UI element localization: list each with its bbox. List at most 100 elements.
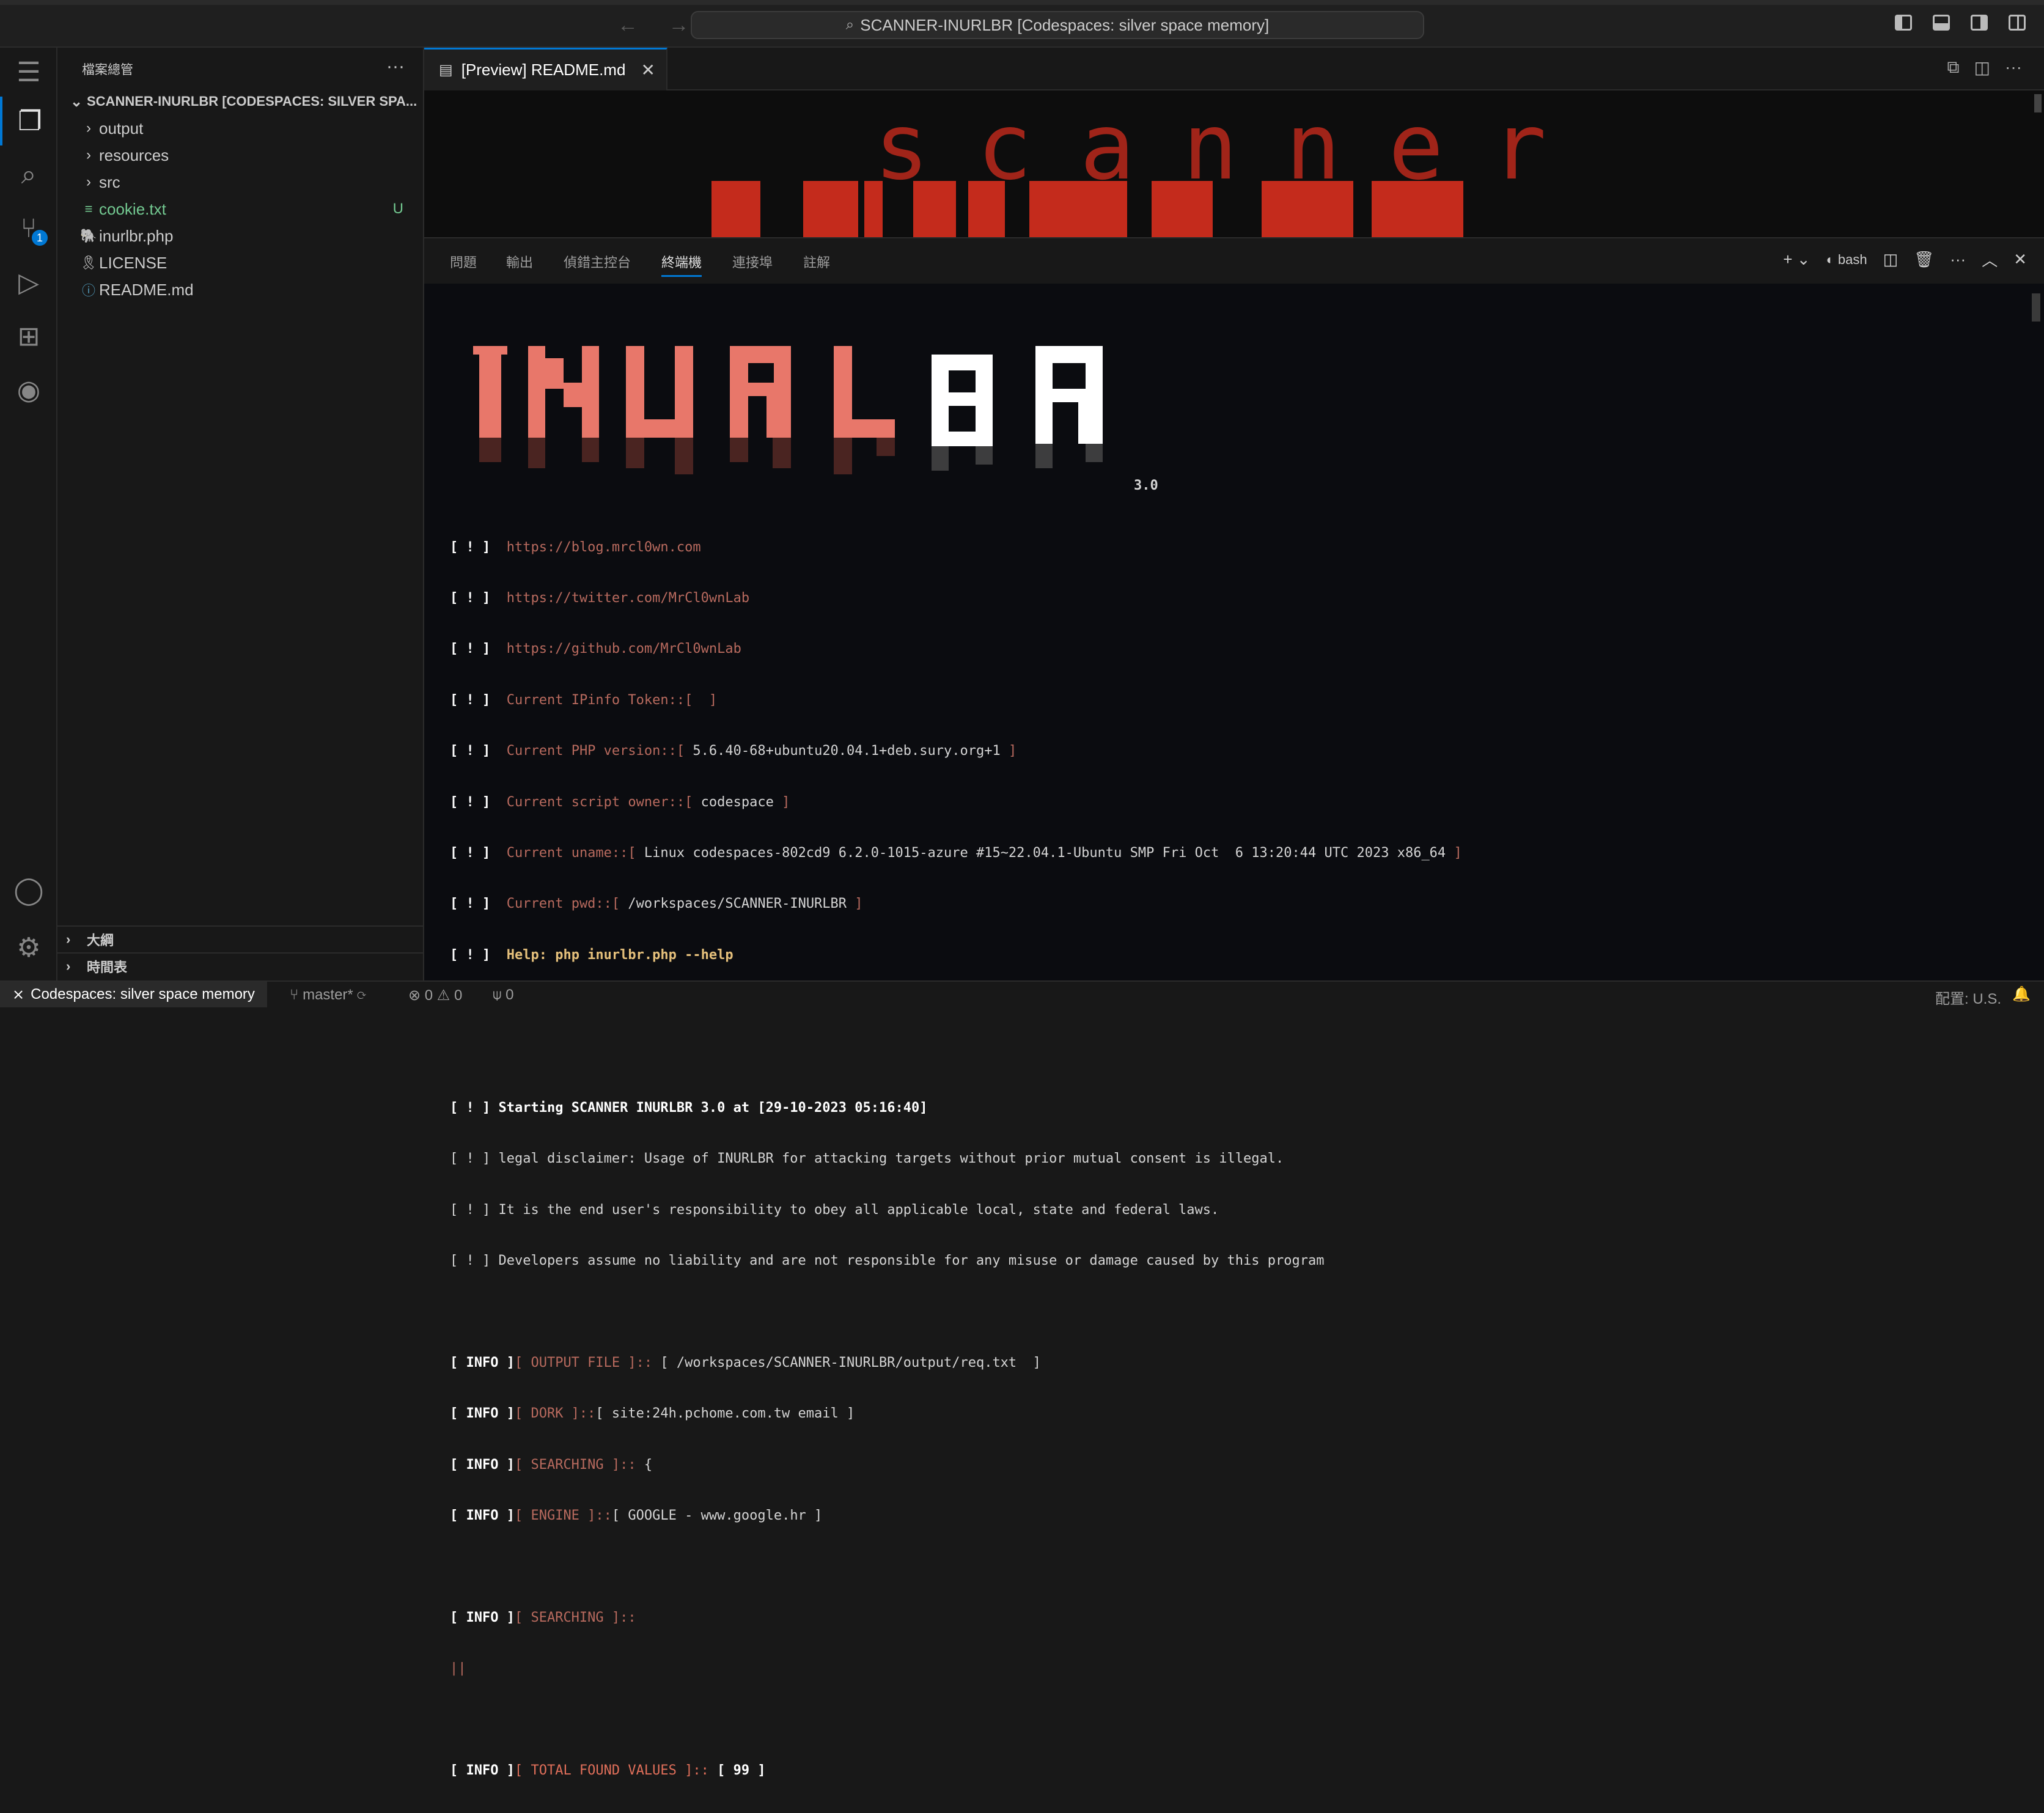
php-file-icon: 🐘 [80, 228, 97, 243]
terminal-text: Current PHP version::[ [506, 743, 685, 759]
ports-indicator[interactable]: ⍦ 0 [493, 987, 513, 1004]
terminal-text: [ ENGINE ]:: [514, 1508, 612, 1524]
terminal-text: https://twitter.com/MrCl0wnLab [506, 590, 750, 606]
license-file-icon: 🎗 [80, 255, 97, 270]
search-icon[interactable]: ⌕ [0, 150, 57, 199]
more-actions-icon[interactable]: ··· [2005, 57, 2022, 78]
more-actions-icon[interactable]: ··· [1950, 250, 1966, 269]
branch-indicator[interactable]: ⑂ master* ⟳ [290, 987, 366, 1004]
source-control-icon[interactable]: ⑂ 1 [0, 204, 57, 253]
tab-debug-console[interactable]: 偵錯主控台 [564, 252, 631, 271]
explorer-icon[interactable]: ❐ [0, 97, 57, 145]
explorer-title: 檔案總管 [82, 63, 133, 77]
terminal-line: [ ! ] Current IPinfo Token::[ ] [450, 692, 1462, 709]
account-icon[interactable]: ◯ [0, 866, 57, 914]
run-debug-icon[interactable]: ▷ [0, 258, 57, 307]
maximize-panel-icon[interactable]: ︿ [1982, 248, 1998, 271]
bell-icon[interactable]: 🔔 [2012, 985, 2031, 1003]
terminal-text [450, 1049, 1462, 1066]
text-file-icon: ≡ [84, 201, 93, 216]
file-cookie[interactable]: ≡ cookie.txt U [57, 196, 423, 222]
close-icon[interactable]: ✕ [2013, 250, 2027, 269]
editor-actions: ⧉ ◫ ··· [1947, 57, 2022, 78]
file-label: inurlbr.php [99, 226, 174, 245]
terminal-output[interactable]: [ ! ] https://blog.mrcl0wn.com [ ! ] htt… [450, 297, 2015, 1778]
tab-ports[interactable]: 連接埠 [732, 252, 773, 271]
terminal-text: [ TOTAL FOUND VALUES ]:: [514, 1762, 709, 1778]
folder-label: resources [99, 145, 169, 164]
folder-output[interactable]: › output [57, 115, 423, 142]
ports-count: 0 [505, 987, 514, 1003]
outline-section[interactable]: › 大綱 [57, 925, 423, 952]
terminal-text: Help: php inurlbr.php --help [506, 947, 733, 963]
problems-indicator[interactable]: ⊗ 0 ⚠ 0 [408, 987, 462, 1004]
bottom-panel: 問題 輸出 偵錯主控台 終端機 連接埠 註解 + ⌄ ◐ bash ◫ 🗑 ··… [424, 237, 2044, 1778]
trash-icon[interactable]: 🗑 [1914, 250, 1934, 269]
terminal-text: /workspaces/SCANNER-INURLBR [628, 896, 847, 912]
timeline-section[interactable]: › 時間表 [57, 952, 423, 979]
folder-resources[interactable]: › resources [57, 142, 423, 169]
terminal-text: [ INFO ] [450, 1508, 515, 1524]
terminal-text [450, 1303, 1462, 1320]
keyboard-layout[interactable]: 配置: U.S. [1935, 987, 2001, 1008]
file-readme[interactable]: ⓘ README.md [57, 276, 423, 303]
file-inurlbr-php[interactable]: 🐘 inurlbr.php [57, 222, 423, 249]
terminal-text: [ ! ] [450, 1100, 491, 1116]
tab-problems[interactable]: 問題 [450, 252, 477, 271]
window-top-strip [0, 0, 2044, 5]
open-source-icon[interactable]: ⧉ [1947, 57, 1960, 78]
folder-src[interactable]: › src [57, 169, 423, 196]
terminal-scrollbar[interactable] [2032, 293, 2040, 322]
preview-scrollbar[interactable] [2034, 94, 2042, 112]
terminal-text: [ ! ] [450, 845, 491, 861]
remote-indicator[interactable]: ⨯ Codespaces: silver space memory [0, 982, 267, 1007]
terminal-text: Current pwd::[ [506, 896, 620, 912]
customize-layout-icon[interactable] [2009, 15, 2026, 31]
terminal-text: [ INFO ] [450, 1762, 515, 1778]
terminal-text: ] [1454, 845, 1462, 861]
close-icon[interactable]: ✕ [641, 60, 655, 80]
file-label: cookie.txt [99, 199, 166, 218]
tab-output[interactable]: 輸出 [506, 252, 533, 271]
tab-readme-preview[interactable]: ▤ [Preview] README.md ✕ [424, 48, 667, 90]
terminal-text: https://blog.mrcl0wn.com [506, 539, 701, 555]
remote-icon: ⨯ [12, 986, 25, 1003]
terminal-text: https://github.com/MrCl0wnLab [506, 641, 741, 657]
file-license[interactable]: 🎗 LICENSE [57, 249, 423, 276]
workspace-root[interactable]: ⌄ SCANNER-INURLBR [CODESPACES: SILVER SPA… [57, 88, 423, 115]
terminal-text: [ INFO ] [450, 1355, 515, 1370]
chevron-right-icon: › [86, 174, 91, 190]
split-terminal-icon[interactable]: ◫ [1883, 250, 1899, 269]
toggle-primary-sidebar-icon[interactable] [1895, 15, 1912, 31]
terminal-shell-label[interactable]: ◐ bash [1826, 252, 1867, 268]
nav-arrows[interactable]: ← → [617, 13, 701, 37]
terminal-line: [ ! ] https://github.com/MrCl0wnLab [450, 641, 1462, 658]
title-bar: ← → ⌕ SCANNER-INURLBR [Codespaces: silve… [0, 0, 2044, 48]
terminal-text: ] [1008, 743, 1017, 759]
chevron-right-icon: › [66, 932, 71, 947]
menu-icon[interactable]: ☰ [0, 48, 57, 97]
terminal-text: { [644, 1457, 653, 1473]
toggle-secondary-sidebar-icon[interactable] [1971, 15, 1988, 31]
tab-comments[interactable]: 註解 [803, 252, 830, 271]
terminal-progress: || [450, 1660, 1462, 1677]
gear-icon[interactable]: ⚙ [0, 923, 57, 972]
command-center[interactable]: ⌕ SCANNER-INURLBR [Codespaces: silver sp… [691, 11, 1424, 39]
split-editor-icon[interactable]: ◫ [1974, 57, 1990, 78]
panel-actions: + ⌄ ◐ bash ◫ 🗑 ··· ︿ ✕ [1783, 248, 2027, 271]
new-terminal-icon[interactable]: + ⌄ [1783, 250, 1810, 269]
folder-label: output [99, 119, 144, 138]
toggle-panel-icon[interactable] [1933, 15, 1950, 31]
preview-ascii-art [711, 181, 1567, 237]
untracked-badge: U [392, 200, 403, 217]
tab-terminal[interactable]: 終端機 [661, 252, 702, 277]
extensions-icon[interactable]: ⊞ [0, 312, 57, 361]
terminal-text: [ SEARCHING ]:: [514, 1609, 636, 1625]
terminal-text: [ ! ] [450, 641, 491, 657]
remote-label: Codespaces: silver space memory [31, 986, 255, 1002]
github-icon[interactable]: ◉ [0, 366, 57, 414]
terminal-text: [ 99 ] [717, 1762, 766, 1778]
explorer-sidebar: 檔案總管 ··· ⌄ SCANNER-INURLBR [CODESPACES: S… [57, 48, 424, 980]
more-actions-icon[interactable]: ··· [386, 56, 405, 77]
